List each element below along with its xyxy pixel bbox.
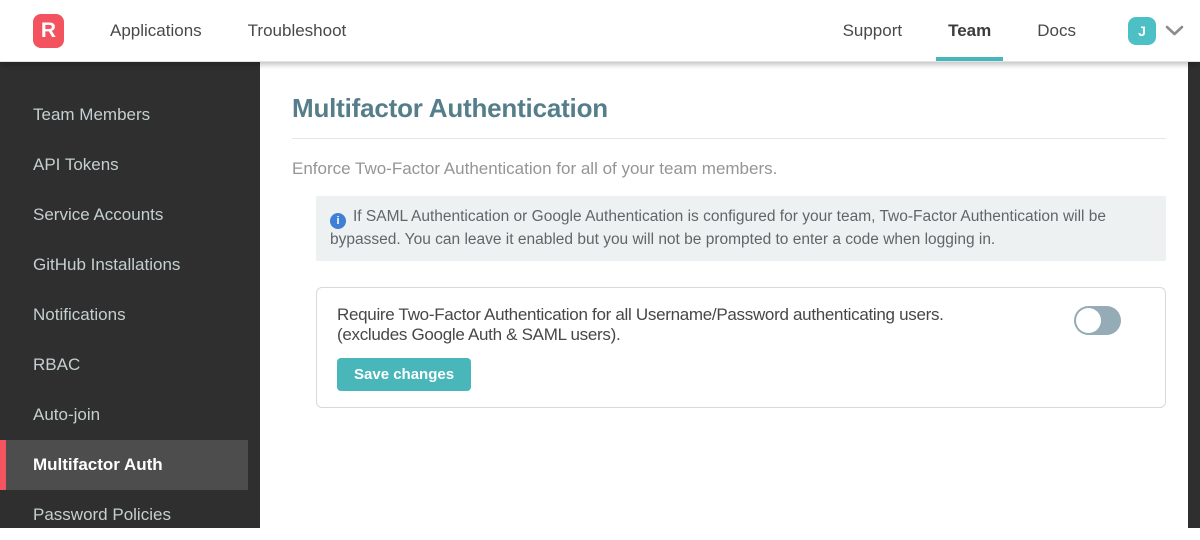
rollbar-logo-icon[interactable]: R [33,13,64,48]
nav-item-support[interactable]: Support [831,0,915,61]
chevron-down-icon[interactable] [1165,25,1184,36]
setting-description: Require Two-Factor Authentication for al… [337,305,1087,345]
nav-item-team[interactable]: Team [936,0,1004,61]
right-edge-panel [1188,62,1200,528]
sidebar-item-rbac[interactable]: RBAC [0,340,260,390]
sidebar-item-notifications[interactable]: Notifications [0,290,260,340]
toggle-knob[interactable] [1076,308,1101,333]
sidebar-item-github-installations[interactable]: GitHub Installations [0,240,260,290]
nav-item-applications[interactable]: Applications [110,21,202,41]
top-header: R Applications Troubleshoot Support Team… [0,0,1200,62]
nav-item-docs[interactable]: Docs [1025,0,1088,61]
info-note-text: If SAML Authentication or Google Authent… [330,208,1107,248]
page-title: Multifactor Authentication [292,93,608,123]
sidebar-item-auto-join[interactable]: Auto-join [0,390,260,440]
settings-sidebar: Team Members API Tokens Service Accounts… [0,62,260,528]
save-changes-button[interactable]: Save changes [337,358,472,391]
two-factor-toggle[interactable] [1074,306,1121,335]
two-factor-setting-card: Require Two-Factor Authentication for al… [316,287,1166,408]
sidebar-item-service-accounts[interactable]: Service Accounts [0,190,260,240]
setting-description-line1: Require Two-Factor Authentication for al… [337,305,944,324]
sidebar-item-multifactor-auth[interactable]: Multifactor Auth [0,440,248,490]
secondary-nav: Support Team Docs J [809,0,1200,61]
setting-description-line2: (excludes Google Auth & SAML users). [337,325,621,344]
nav-item-troubleshoot[interactable]: Troubleshoot [248,21,347,41]
primary-nav: Applications Troubleshoot [64,0,346,61]
main-content: Multifactor Authentication Enforce Two-F… [260,62,1188,528]
saml-info-note: i If SAML Authentication or Google Authen… [316,196,1166,261]
sidebar-item-team-members[interactable]: Team Members [0,90,260,140]
title-divider [292,138,1166,139]
sidebar-item-password-policies[interactable]: Password Policies [0,490,260,540]
user-avatar[interactable]: J [1128,16,1156,45]
info-circle-icon: i [330,213,346,229]
page-description: Enforce Two-Factor Authentication for al… [292,159,778,178]
sidebar-item-api-tokens[interactable]: API Tokens [0,140,260,190]
